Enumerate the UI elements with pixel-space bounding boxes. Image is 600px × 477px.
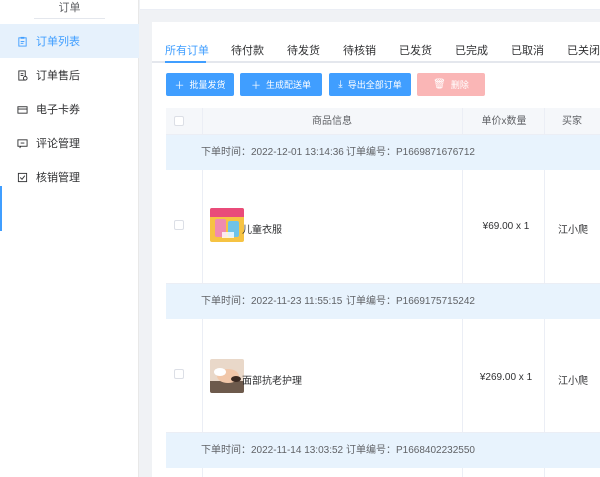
tab-cancelled[interactable]: 已取消 <box>511 42 544 61</box>
table-row: 面部抗老护理 ¥269.00 x 1 江小爬 <box>166 319 600 433</box>
generate-delivery-button[interactable]: ＋ 生成配送单 <box>240 73 322 96</box>
order-number: 订单编号：P1668402232550 <box>346 445 475 456</box>
column-header-product: 商品信息 <box>312 116 352 127</box>
tab-closed[interactable]: 已关闭 <box>567 42 600 61</box>
price-quantity: ¥69.00 x 1 <box>482 221 530 232</box>
product-name[interactable]: 儿童衣服 <box>242 221 282 236</box>
order-info-bar: 下单时间：2022-11-23 11:55:15 订单编号：P166917571… <box>166 284 600 319</box>
price-quantity: ¥269.00 x 1 <box>479 372 533 383</box>
sidebar-group-title: 订单 <box>0 0 139 20</box>
sidebar-item-label: 核销管理 <box>36 172 80 184</box>
comment-icon <box>17 138 28 148</box>
order-info-bar: 下单时间：2022-11-14 13:03:52 订单编号：P166840223… <box>166 433 600 468</box>
column-divider <box>202 468 203 477</box>
tab-pending-verification[interactable]: 待核销 <box>343 42 376 61</box>
tab-all-orders[interactable]: 所有订单 <box>165 42 209 61</box>
tab-pending-shipment[interactable]: 待发货 <box>287 42 320 61</box>
delete-label: 删除 <box>450 80 469 90</box>
product-thumbnail[interactable] <box>210 208 244 242</box>
column-divider <box>202 319 203 433</box>
plus-icon: ＋ <box>250 81 261 92</box>
row-checkbox[interactable] <box>174 369 184 379</box>
order-number: 订单编号：P1669871676712 <box>346 147 475 158</box>
active-tab-indicator <box>165 61 206 63</box>
top-bar <box>140 0 600 10</box>
column-divider <box>544 319 545 433</box>
column-header-buyer: 买家 <box>562 116 582 127</box>
column-divider <box>544 170 545 284</box>
sidebar-item-label: 订单售后 <box>36 70 80 82</box>
column-divider <box>462 319 463 433</box>
column-divider <box>544 468 545 477</box>
sidebar-item-order-list[interactable]: 订单列表 <box>0 24 139 58</box>
order-time: 下单时间：2022-11-23 11:55:15 <box>201 296 343 307</box>
sidebar-item-comments[interactable]: 评论管理 <box>0 126 139 160</box>
buyer-name[interactable]: 江小爬 <box>546 372 600 387</box>
trash-icon: 🗑 <box>433 79 446 90</box>
receipt-icon <box>18 69 28 81</box>
sidebar-item-after-sale[interactable]: 订单售后 <box>0 58 139 92</box>
select-all-checkbox[interactable] <box>174 116 184 126</box>
buyer-name[interactable]: 江小爬 <box>546 221 600 236</box>
sidebar: 订单 订单列表 订单售后 电子卡券 评论管理 核销管理 <box>0 0 139 477</box>
sidebar-item-label: 订单列表 <box>36 36 80 48</box>
tab-pending-payment[interactable]: 待付款 <box>231 42 264 61</box>
sidebar-item-verification[interactable]: 核销管理 <box>0 160 139 194</box>
column-header-price-qty: 单价x数量 <box>481 116 527 127</box>
row-checkbox[interactable] <box>174 220 184 230</box>
tab-shipped[interactable]: 已发货 <box>399 42 432 61</box>
batch-ship-button[interactable]: ＋ 批量发货 <box>166 73 234 96</box>
sidebar-scroll-indicator <box>0 186 2 231</box>
tab-completed[interactable]: 已完成 <box>455 42 488 61</box>
table-row: 儿童衣服 ¥69.00 x 1 江小爬 <box>166 170 600 284</box>
product-name[interactable]: 面部抗老护理 <box>242 372 302 387</box>
sidebar-item-label: 电子卡券 <box>36 104 80 116</box>
product-thumbnail[interactable] <box>210 359 244 393</box>
order-time: 下单时间：2022-12-01 13:14:36 <box>201 147 344 158</box>
delete-button[interactable]: 🗑 删除 <box>417 73 485 96</box>
order-time: 下单时间：2022-11-14 13:03:52 <box>201 445 344 456</box>
column-divider <box>462 170 463 284</box>
table-header: 商品信息 单价x数量 买家 <box>166 108 600 135</box>
order-number: 订单编号：P1669175715242 <box>346 296 475 307</box>
table-row <box>166 468 600 477</box>
card-icon <box>17 105 28 114</box>
download-icon: ⤓ <box>338 79 343 90</box>
sidebar-item-label: 评论管理 <box>36 138 80 150</box>
clipboard-icon <box>18 36 27 47</box>
generate-delivery-label: 生成配送单 <box>265 80 311 90</box>
export-all-button[interactable]: ⤓ 导出全部订单 <box>329 73 411 96</box>
column-divider <box>462 468 463 477</box>
checkbox-icon <box>17 172 28 182</box>
order-status-tabs: 所有订单 待付款 待发货 待核销 已发货 已完成 已取消 已关闭 <box>152 22 600 63</box>
batch-ship-label: 批量发货 <box>189 80 226 90</box>
column-divider <box>202 170 203 284</box>
plus-icon: ＋ <box>174 81 185 92</box>
main-panel: 所有订单 待付款 待发货 待核销 已发货 已完成 已取消 已关闭 ＋ 批量发货 … <box>152 22 600 477</box>
sidebar-item-e-coupon[interactable]: 电子卡券 <box>0 92 139 126</box>
export-all-label: 导出全部订单 <box>347 80 402 90</box>
order-info-bar: 下单时间：2022-12-01 13:14:36 订单编号：P166987167… <box>166 135 600 170</box>
